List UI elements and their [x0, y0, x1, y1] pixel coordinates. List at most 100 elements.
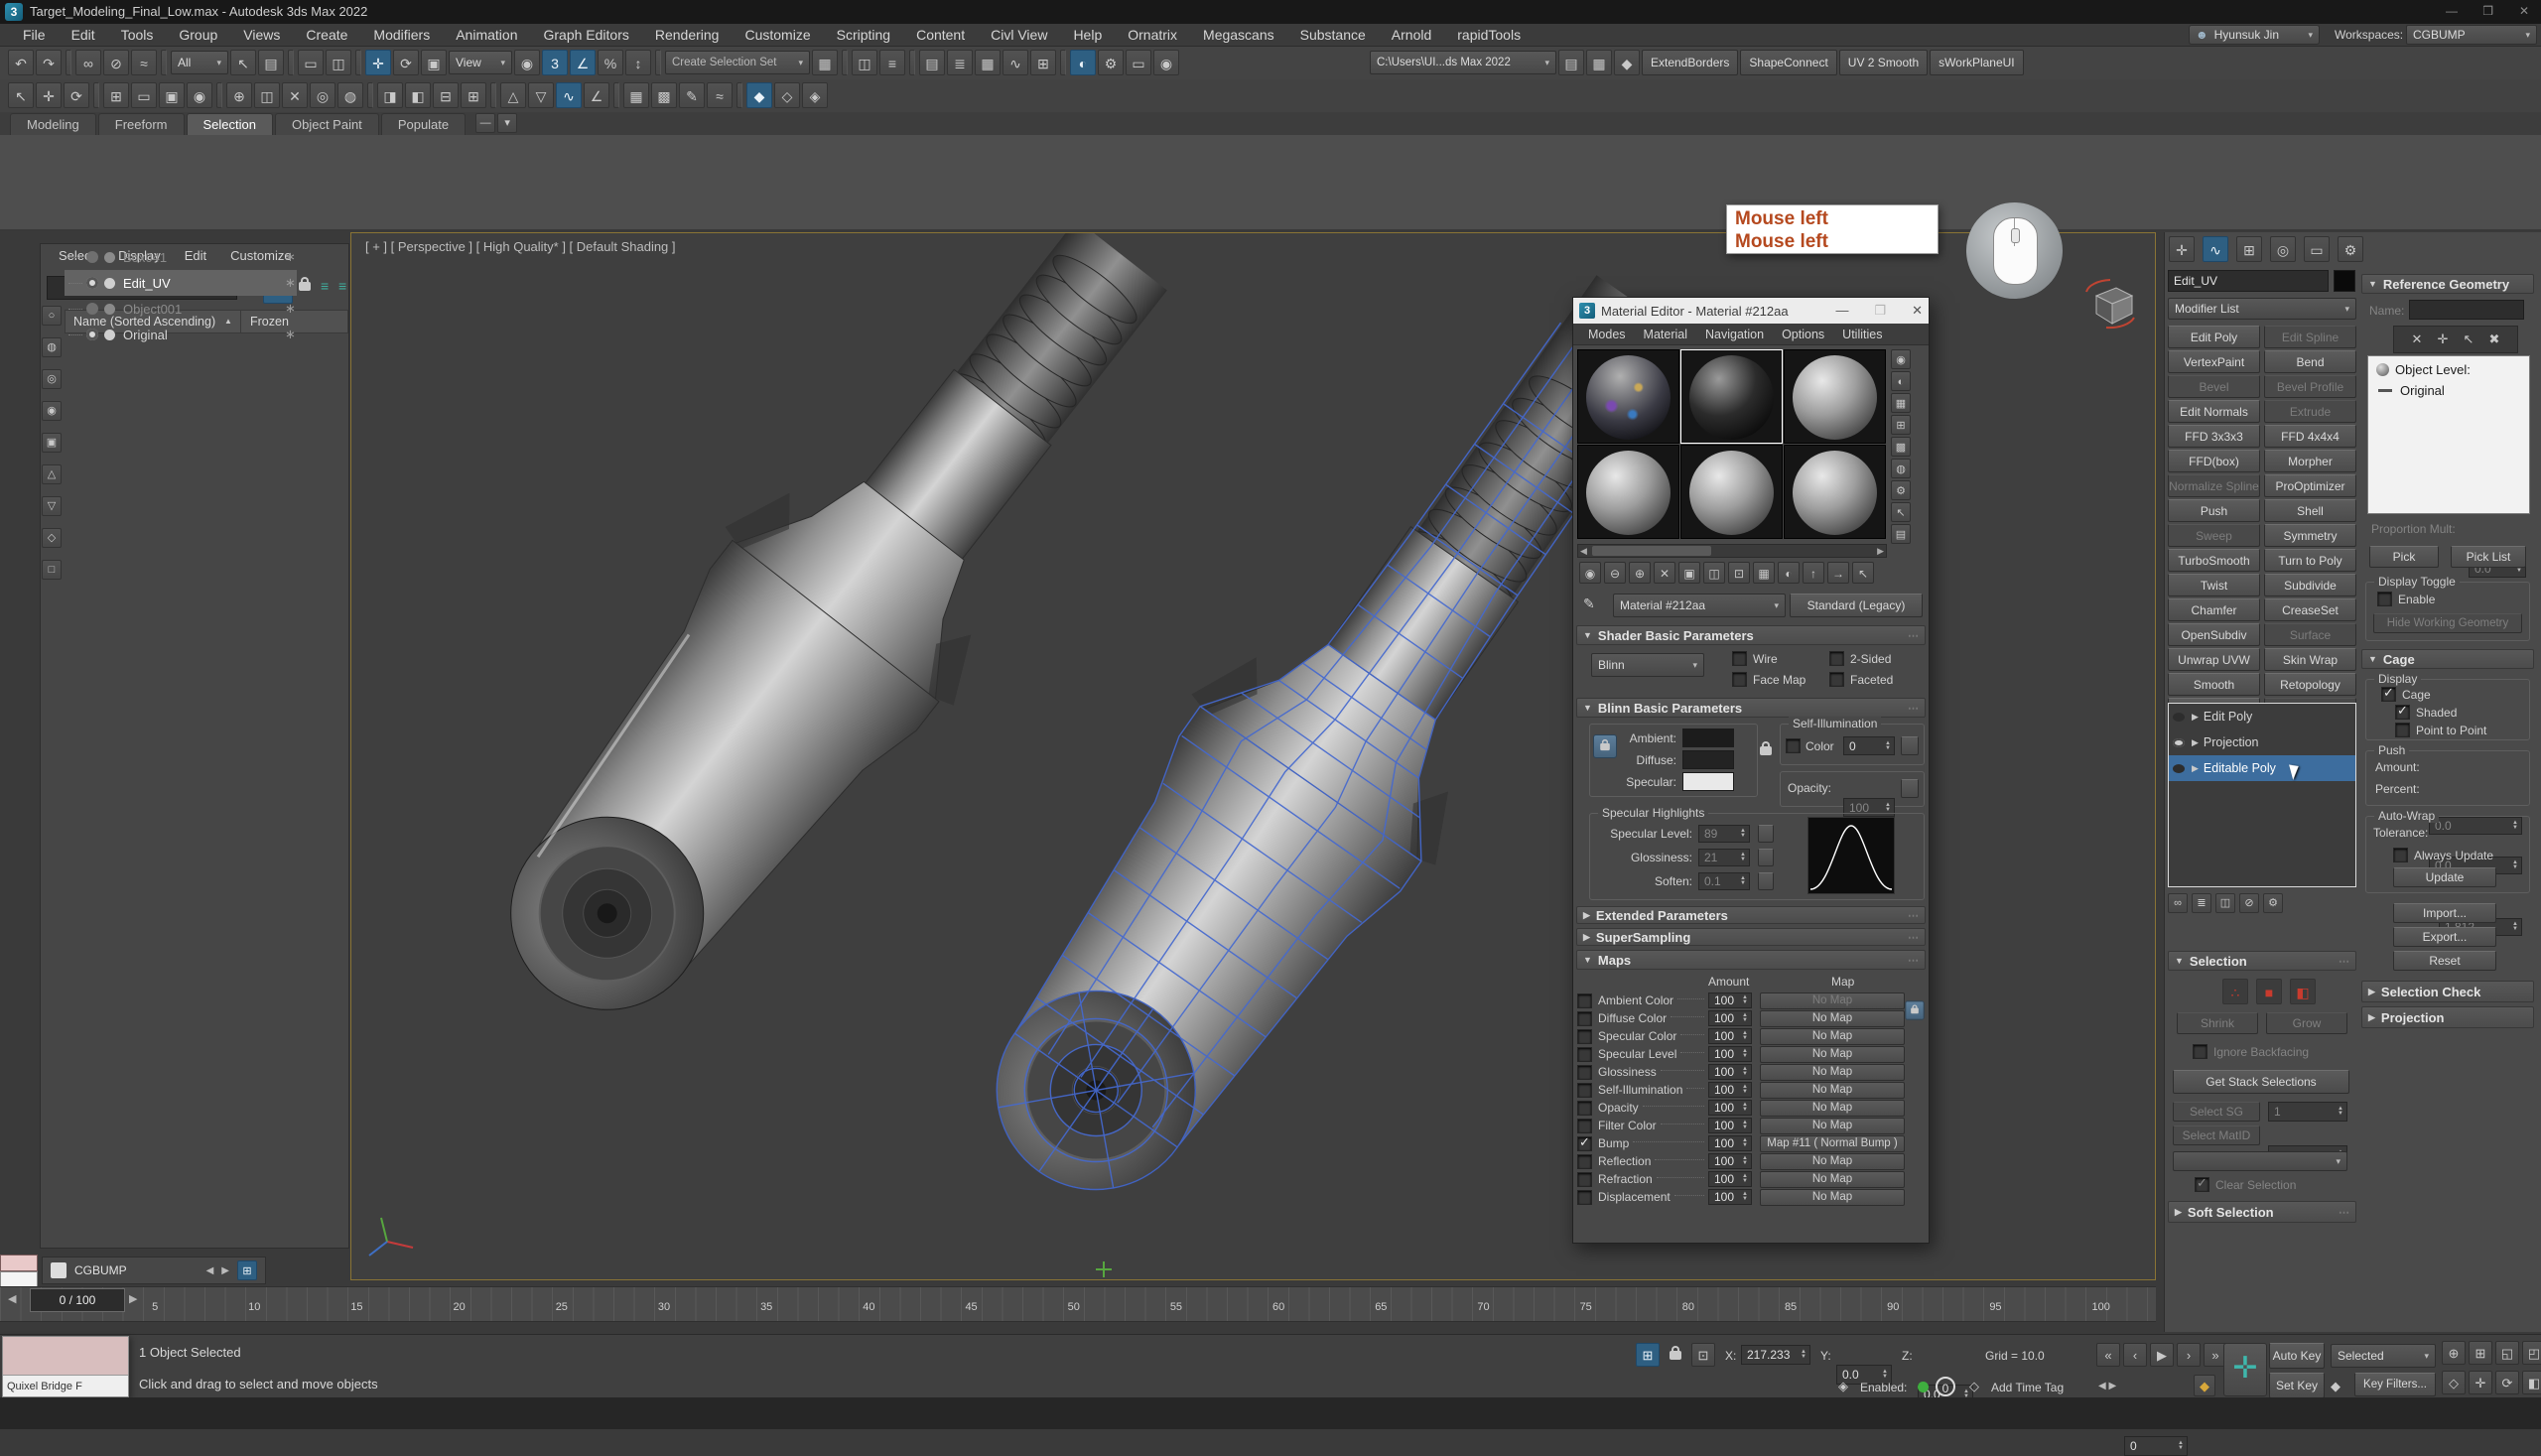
- rt-unwrap-icon[interactable]: ▩: [651, 82, 677, 108]
- modifier-button[interactable]: Morpher: [2264, 450, 2356, 472]
- cgbump-grid-icon[interactable]: ⊞: [237, 1260, 257, 1280]
- edit-named-selections-icon[interactable]: ▦: [812, 50, 838, 75]
- rollout-reference-geometry[interactable]: ▼Reference Geometry: [2361, 274, 2534, 294]
- named-selection-select[interactable]: ▾: [2173, 1151, 2347, 1171]
- expand-arrow-icon[interactable]: ▶: [2192, 712, 2199, 723]
- snap-toggle-3d-icon[interactable]: 3: [542, 50, 568, 75]
- modifier-list-select[interactable]: Modifier List▾: [2168, 298, 2356, 320]
- cage-checkbox[interactable]: Cage: [2381, 687, 2431, 702]
- go-to-start-icon[interactable]: «: [2096, 1343, 2120, 1367]
- modifier-button[interactable]: Chamfer: [2168, 598, 2260, 621]
- zoom-extents-icon[interactable]: ◱: [2495, 1341, 2519, 1365]
- map-amount-spinner[interactable]: 100: [1708, 1153, 1752, 1169]
- separator[interactable]: [66, 50, 71, 75]
- next-frame-icon[interactable]: ›: [2177, 1343, 2201, 1367]
- toolbar-script-button[interactable]: ShapeConnect: [1740, 50, 1836, 75]
- auto-key-button[interactable]: Auto Key: [2269, 1343, 2325, 1369]
- menu-item[interactable]: Ornatrix: [1115, 24, 1190, 47]
- modifier-eye-icon[interactable]: [2173, 764, 2185, 773]
- map-slot-button[interactable]: No Map: [1760, 1100, 1905, 1117]
- tab-utilities-icon[interactable]: ⚙: [2338, 236, 2363, 262]
- map-slot-button[interactable]: No Map: [1760, 1064, 1905, 1081]
- rt-script1-icon[interactable]: ◆: [746, 82, 772, 108]
- absolute-mode-icon[interactable]: ⊡: [1691, 1343, 1715, 1367]
- field-of-view-icon[interactable]: ◇: [2442, 1371, 2466, 1394]
- material-editor-menu-item[interactable]: Material: [1635, 328, 1696, 341]
- rt-uv-icon[interactable]: ▦: [623, 82, 649, 108]
- zoom-icon[interactable]: ⊕: [2442, 1341, 2466, 1365]
- display-bones-icon[interactable]: ◇: [42, 528, 62, 548]
- map-slot-button[interactable]: No Map: [1760, 993, 1905, 1009]
- modifier-button[interactable]: Bevel: [2168, 375, 2260, 398]
- modifier-button[interactable]: CreaseSet: [2264, 598, 2356, 621]
- material-editor-icon[interactable]: ◐: [1070, 50, 1096, 75]
- collapse-all-icon[interactable]: ≡: [338, 278, 346, 294]
- modifier-eye-icon[interactable]: [2173, 738, 2185, 747]
- rt-hard-icon[interactable]: ∠: [584, 82, 609, 108]
- display-lights-icon[interactable]: ◉: [42, 401, 62, 421]
- scene-object-row[interactable]: Object001 ∗: [65, 296, 297, 322]
- previous-frame-icon[interactable]: ‹: [2123, 1343, 2147, 1367]
- add-reference-icon[interactable]: ✛: [2433, 330, 2453, 349]
- element-subobject-icon[interactable]: ◧: [2290, 979, 2316, 1004]
- map-enable-checkbox[interactable]: [1577, 1011, 1592, 1026]
- menu-item[interactable]: Scripting: [824, 24, 903, 47]
- menu-item[interactable]: Modifiers: [360, 24, 443, 47]
- options-icon[interactable]: ⚙: [1891, 480, 1911, 500]
- bind-to-spacewarp-icon[interactable]: ≈: [131, 50, 157, 75]
- next-icon[interactable]: ▶: [221, 1265, 229, 1276]
- material-editor-titlebar[interactable]: 3 Material Editor - Material #212aa — ❒ …: [1573, 298, 1929, 324]
- track-bar[interactable]: 0510152025303540455055606570758085909510…: [0, 1286, 2156, 1322]
- menu-item[interactable]: Arnold: [1379, 24, 1444, 47]
- rollout-soft-selection[interactable]: ▶Soft Selection⋯: [2168, 1201, 2356, 1223]
- reference-coordinate-select[interactable]: View▾: [449, 51, 512, 74]
- rectangular-region-icon[interactable]: ▭: [298, 50, 324, 75]
- modifier-button[interactable]: Symmetry: [2264, 524, 2356, 547]
- map-amount-spinner[interactable]: 100: [1708, 1135, 1752, 1151]
- ribbon-config-icon[interactable]: ▾: [497, 113, 517, 133]
- enabled-status-dot[interactable]: [1918, 1382, 1929, 1392]
- rt-detach-icon[interactable]: ⊟: [433, 82, 459, 108]
- menu-item[interactable]: rapidTools: [1444, 24, 1534, 47]
- key-filters-button[interactable]: Key Filters...: [2354, 1373, 2436, 1396]
- separator[interactable]: [613, 82, 619, 108]
- ribbon-tab[interactable]: Freeform: [98, 113, 185, 135]
- map-enable-checkbox[interactable]: [1577, 1136, 1592, 1151]
- material-class-button[interactable]: Standard (Legacy): [1790, 594, 1923, 617]
- diffuse-color-swatch[interactable]: [1682, 750, 1734, 769]
- tab-hierarchy-icon[interactable]: ⊞: [2236, 236, 2262, 262]
- visibility-eye-icon[interactable]: [86, 251, 98, 263]
- visibility-eye-icon[interactable]: [86, 329, 98, 340]
- map-amount-spinner[interactable]: 100: [1708, 1064, 1752, 1080]
- menu-item[interactable]: Rendering: [642, 24, 733, 47]
- specular-lock-icon[interactable]: [1760, 742, 1772, 760]
- clear-selection-checkbox[interactable]: Clear Selection: [2195, 1177, 2296, 1192]
- highlight-spinner[interactable]: 89: [1698, 825, 1750, 843]
- display-cameras-icon[interactable]: ▣: [42, 433, 62, 453]
- separator[interactable]: [93, 82, 99, 108]
- rollout-maps[interactable]: ▼Maps⋯: [1576, 950, 1926, 970]
- separator[interactable]: [736, 82, 742, 108]
- scene-object-row[interactable]: Box041 ∗: [65, 244, 297, 270]
- close-button[interactable]: ✕: [2519, 4, 2529, 18]
- object-color-swatch[interactable]: [2334, 270, 2355, 292]
- make-unique-icon[interactable]: ▣: [1678, 562, 1700, 584]
- rt-smooth-icon[interactable]: ∿: [556, 82, 582, 108]
- window-crossing-icon[interactable]: ◫: [326, 50, 351, 75]
- ambient-diffuse-lock-icon[interactable]: [1593, 734, 1617, 758]
- new-key-icon[interactable]: ◆: [2331, 1379, 2340, 1394]
- modifier-stack-row[interactable]: ▶ Projection: [2169, 729, 2355, 755]
- shield-icon[interactable]: ◈: [1838, 1379, 1848, 1394]
- rt-ring-icon[interactable]: ◍: [337, 82, 363, 108]
- pan-icon[interactable]: ✛: [2469, 1371, 2492, 1394]
- modifier-eye-icon[interactable]: [2173, 713, 2185, 722]
- self-illum-map-button[interactable]: [1901, 736, 1919, 755]
- get-material-icon[interactable]: ◉: [1579, 562, 1601, 584]
- rt-select-icon[interactable]: ↖: [8, 82, 34, 108]
- ribbon-tab[interactable]: Modeling: [10, 113, 96, 135]
- menu-item[interactable]: Animation: [443, 24, 530, 47]
- map-slot-button[interactable]: Map #11 ( Normal Bump ): [1760, 1135, 1905, 1152]
- map-amount-spinner[interactable]: 100: [1708, 993, 1752, 1008]
- highlight-spinner[interactable]: 21: [1698, 849, 1750, 866]
- map-amount-spinner[interactable]: 100: [1708, 1100, 1752, 1116]
